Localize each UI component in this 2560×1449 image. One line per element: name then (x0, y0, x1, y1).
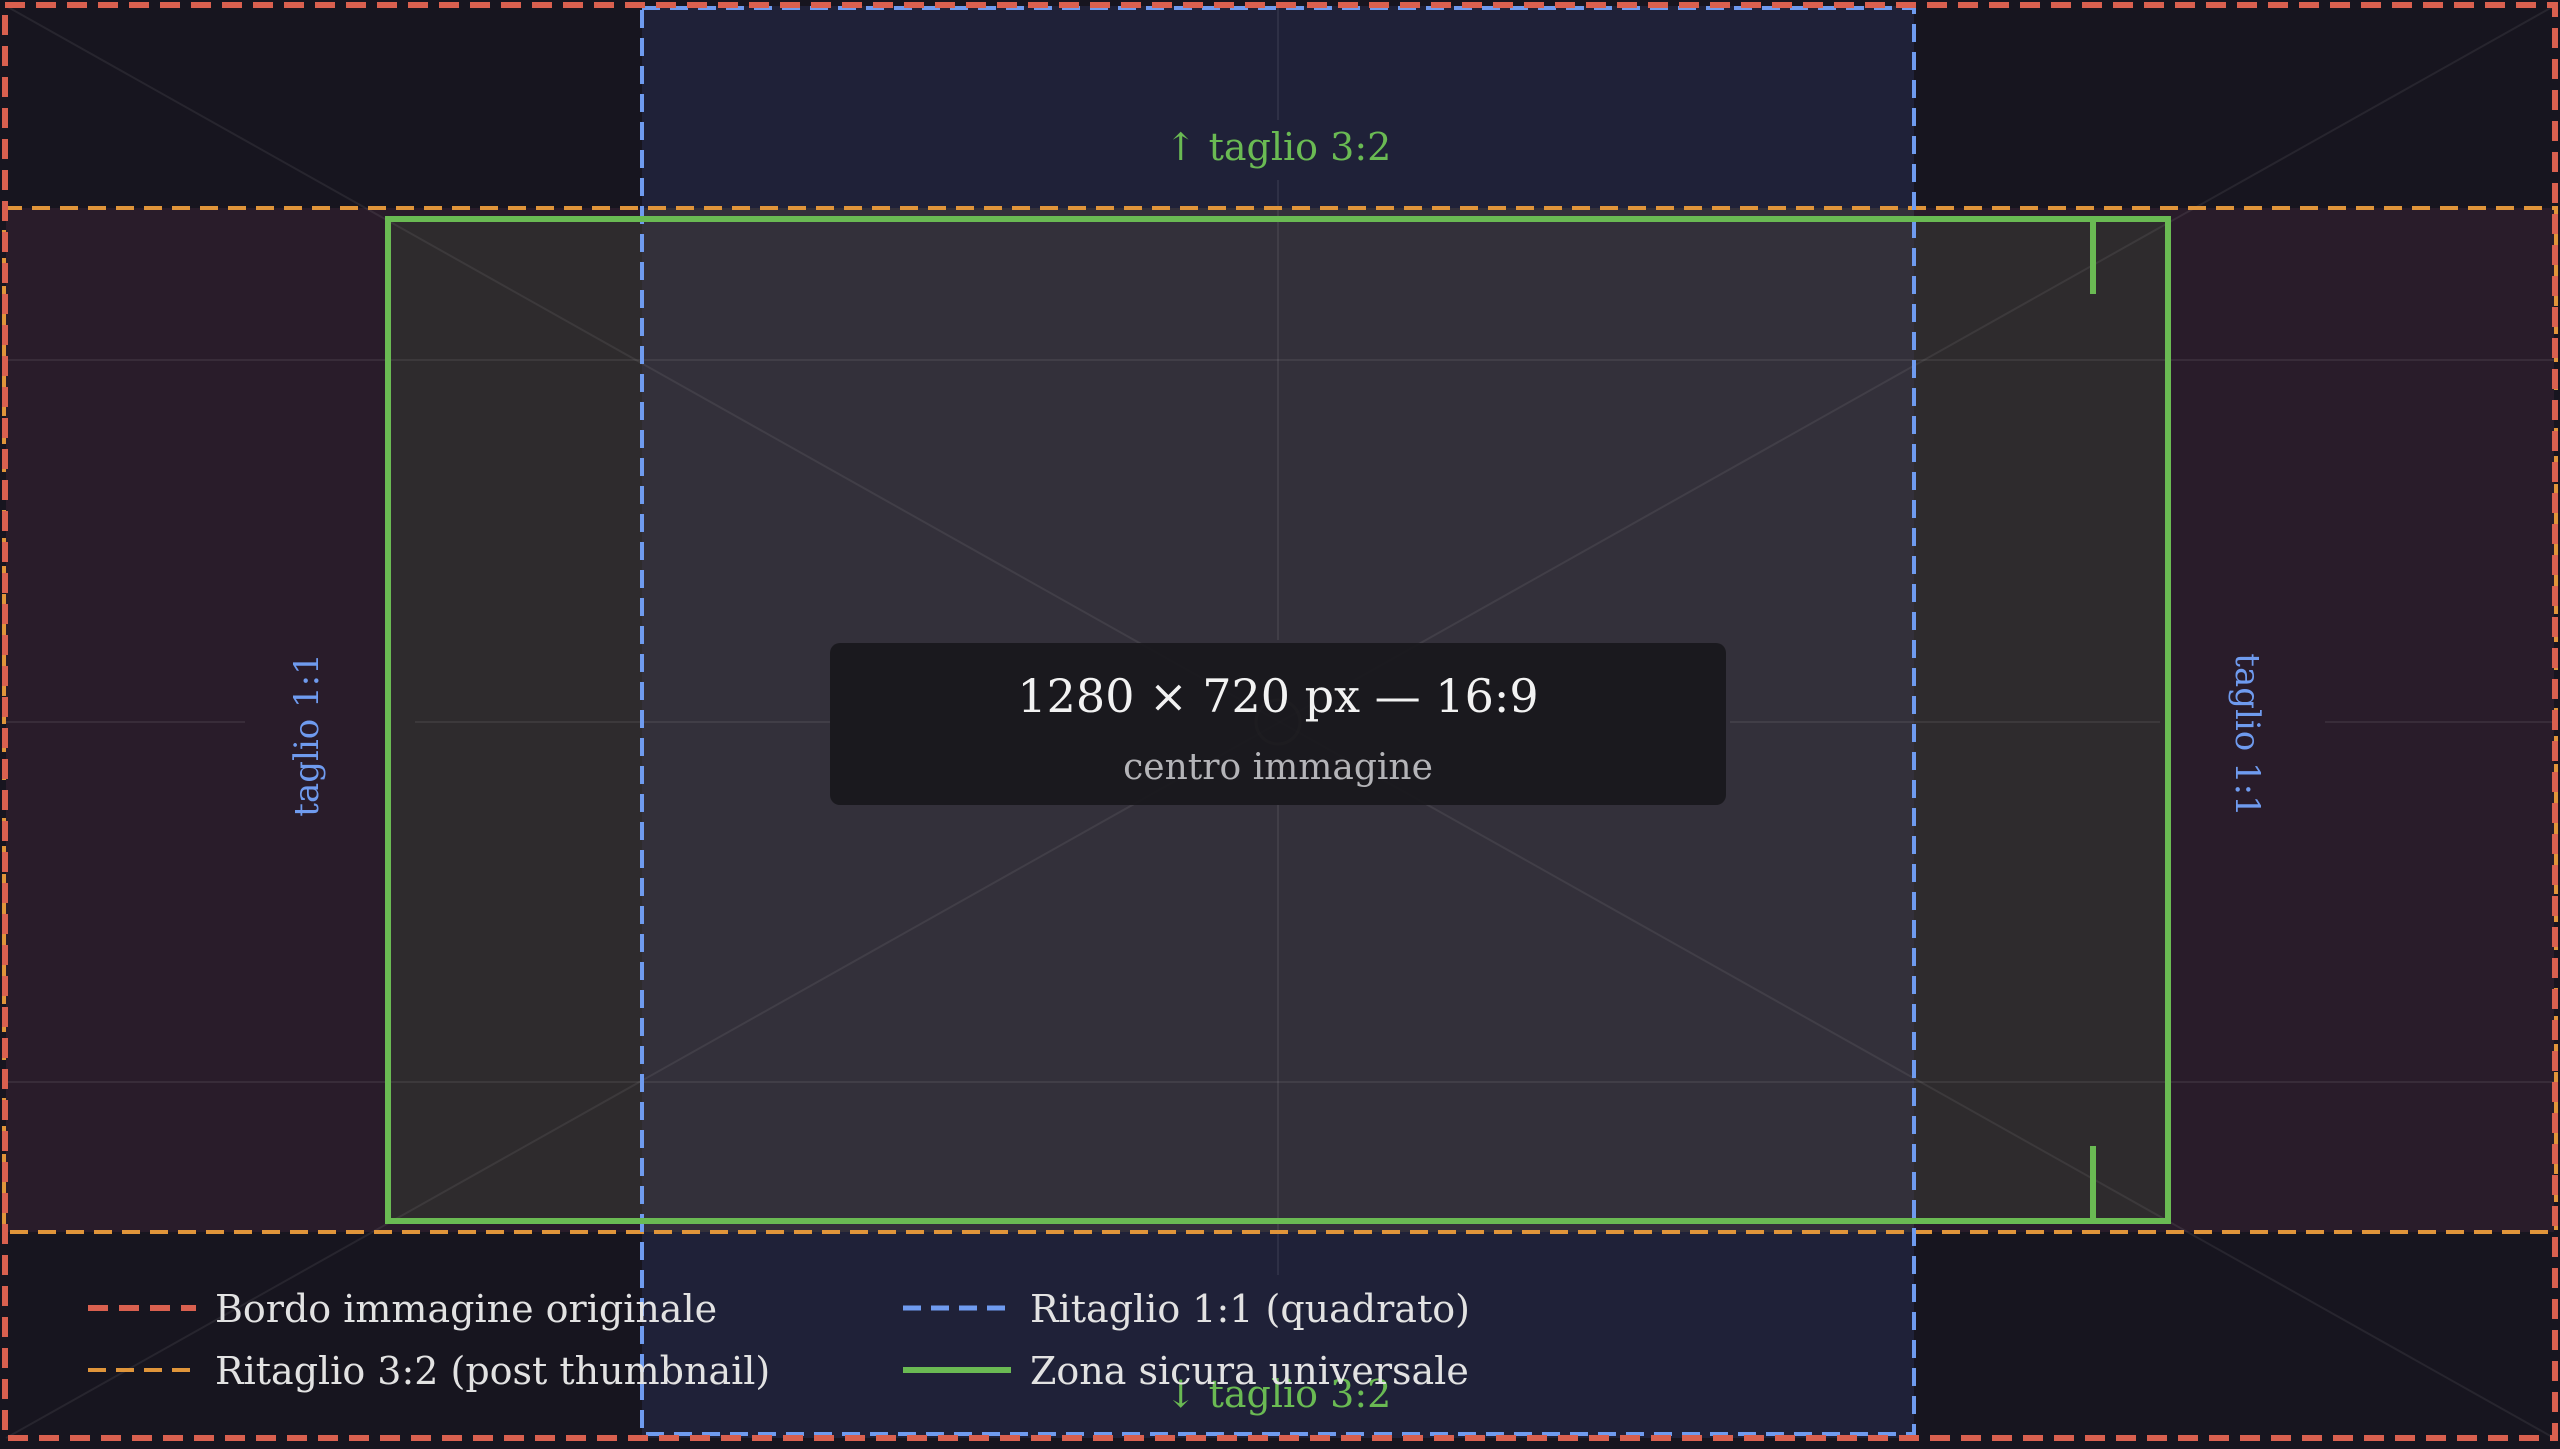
safe-zone-right-fill (1914, 219, 2168, 1221)
legend-crop-11-label: Ritaglio 1:1 (quadrato) (1030, 1287, 1470, 1331)
legend-crop-32-label: Ritaglio 3:2 (post thumbnail) (215, 1349, 770, 1393)
legend-original-border-label: Bordo immagine originale (215, 1287, 717, 1331)
safe-zone-left-fill (388, 219, 642, 1221)
center-info-title: 1280 × 720 px — 16:9 (1017, 669, 1538, 723)
legend-safe-zone-label: Zona sicura universale (1030, 1349, 1469, 1393)
crop-11-right-label: taglio 1:1 (2227, 653, 2267, 816)
crop-32-top-label: ↑ taglio 3:2 (1165, 125, 1392, 169)
crop-guide-canvas: ↑ taglio 3:2 taglio 1:1 taglio 1:1 1280 … (0, 0, 2560, 1445)
center-info-subtitle: centro immagine (1123, 747, 1433, 788)
crop-11-left-label: taglio 1:1 (287, 653, 327, 816)
